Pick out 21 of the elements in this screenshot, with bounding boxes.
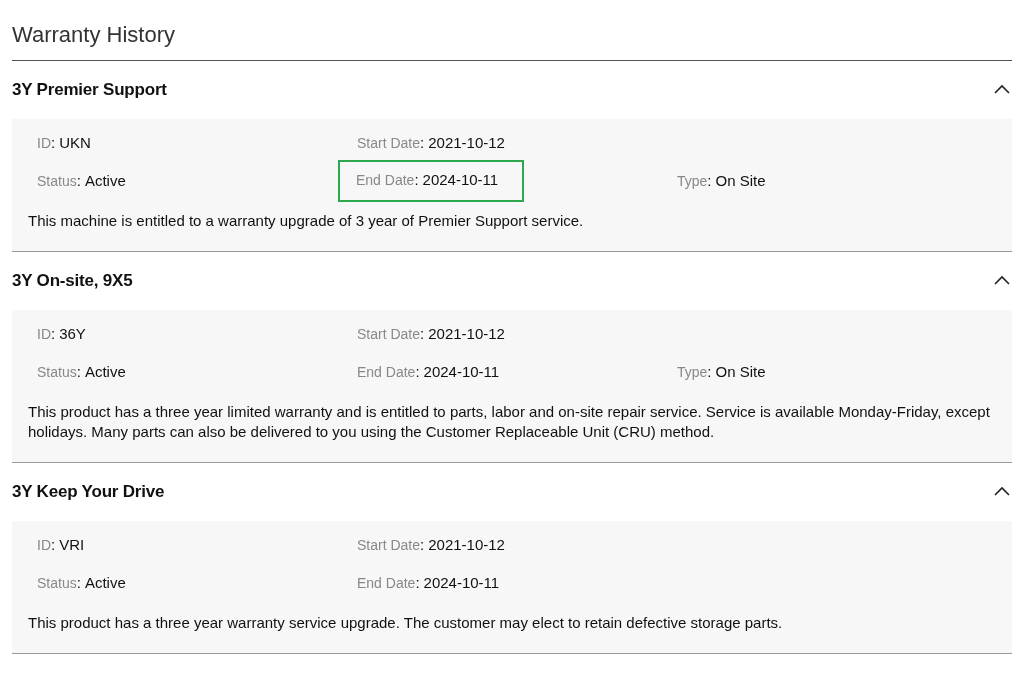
page-title: Warranty History — [12, 0, 1012, 61]
warranty-title: 3Y Keep Your Drive — [12, 482, 165, 502]
warranty-field: End Date: 2024-10-11 — [357, 573, 500, 593]
warranty-field: Start Date: 2021-10-12 — [357, 535, 505, 555]
warranty-title: 3Y On-site, 9X5 — [12, 271, 133, 291]
warranty-field: Status: Active — [37, 171, 126, 191]
warranty-description: This product has a three year warranty service upgrade. The customer may elect to retain defective storage parts. — [28, 613, 784, 633]
warranty-field: Start Date: 2021-10-12 — [357, 324, 505, 344]
warranty-description: This product has a three year limited warranty and is entitled to parts, labor and on-site repair service. Service is available Monday-Friday, except holidays. Many parts can also be delivered to you using the Customer Replaceable Unit (CRU) method. — [28, 402, 991, 442]
warranty-field: Start Date: 2021-10-12 — [357, 133, 505, 153]
warranty-description: This machine is entitled to a warranty upgrade of 3 year of Premier Support service. — [28, 211, 585, 231]
warranty-field: ID: UKN — [37, 133, 91, 153]
warranty-field: Type: On Site — [677, 171, 766, 191]
warranty-field: End Date: 2024-10-11 — [340, 162, 523, 200]
warranty-field: Type: On Site — [677, 362, 766, 382]
warranty-field: ID: 36Y — [37, 324, 86, 344]
warranty-field: End Date: 2024-10-11 — [357, 362, 500, 382]
warranty-title: 3Y Premier Support — [12, 80, 167, 100]
warranty-field: Status: Active — [37, 362, 126, 382]
warranty-field: Status: Active — [37, 573, 126, 593]
warranty-field: ID: VRI — [37, 535, 85, 555]
